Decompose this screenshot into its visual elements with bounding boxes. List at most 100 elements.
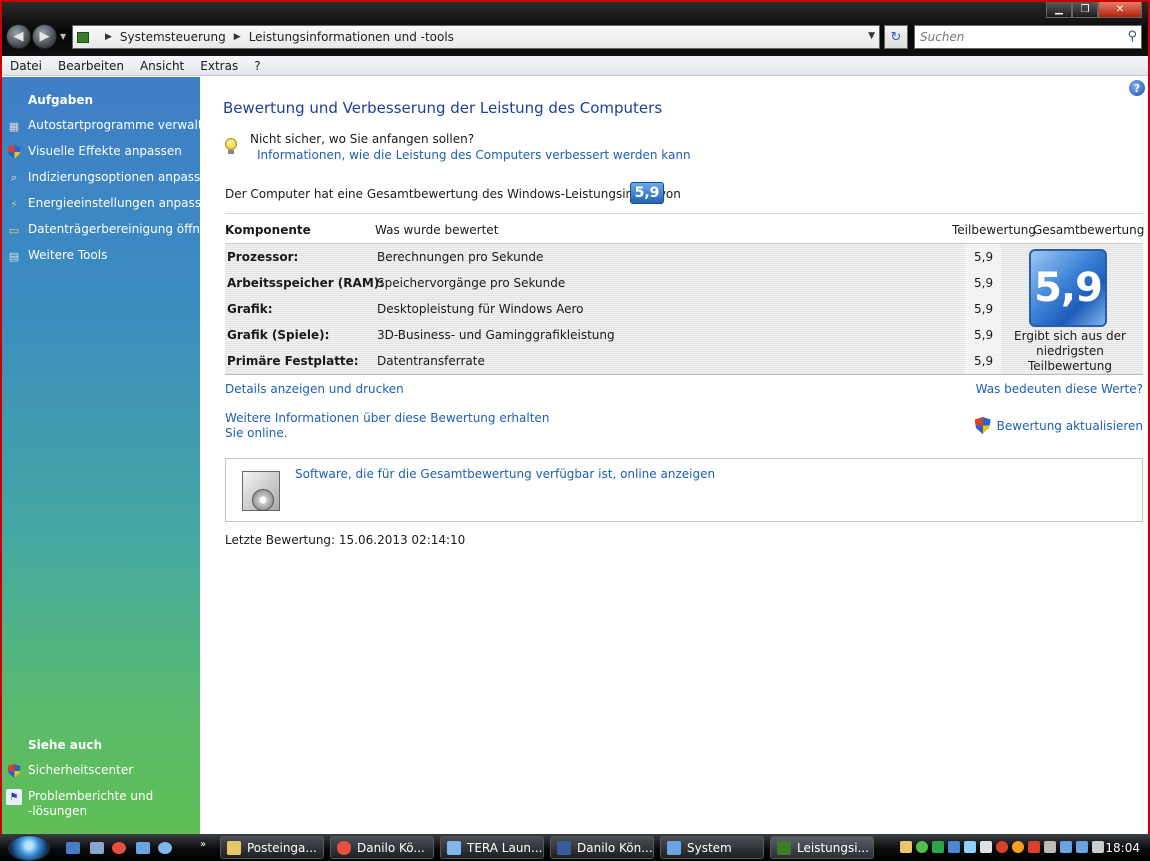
- sidebar-item-problem-reports[interactable]: ⚑ Problemberichte und -lösungen: [6, 789, 153, 819]
- row-what: Datentransferrate: [377, 354, 485, 368]
- lightbulb-icon: [225, 138, 237, 154]
- tray-antivirus-icon[interactable]: [996, 841, 1008, 853]
- recent-pages-dropdown[interactable]: ▼: [60, 32, 66, 41]
- shield-icon: [6, 144, 22, 160]
- row-component: Prozessor:: [227, 250, 299, 264]
- search-icon[interactable]: ⚲: [1127, 29, 1137, 44]
- tray-device-icon[interactable]: [980, 841, 992, 853]
- tray-alert-icon[interactable]: [1028, 841, 1040, 853]
- tray-update-icon[interactable]: [1012, 841, 1024, 853]
- update-rating-link[interactable]: Bewertung aktualisieren: [974, 417, 1143, 434]
- more-quicklaunch-icon[interactable]: »: [200, 839, 206, 850]
- tray-display-icon[interactable]: [1060, 841, 1072, 853]
- tray-dropbox-icon[interactable]: [964, 841, 976, 853]
- forward-button[interactable]: ▶: [32, 24, 57, 49]
- start-button[interactable]: [8, 835, 50, 861]
- minimize-button[interactable]: ▁: [1046, 2, 1072, 18]
- breadcrumb-performance[interactable]: Leistungsinformationen und -tools: [249, 30, 454, 44]
- total-score-badge: 5,9: [1029, 249, 1107, 327]
- row-subscore: 5,9: [974, 354, 994, 368]
- breadcrumb-separator-icon: ▶: [105, 32, 112, 42]
- menu-file[interactable]: Datei: [2, 59, 50, 73]
- sidebar-item-disk-cleanup[interactable]: ▭ Datenträgerbereinigung öffnen: [6, 222, 215, 238]
- task-sidebar: Aufgaben ▦ Autostartprogramme verwalten …: [2, 77, 218, 834]
- row-subscore: 5,9: [974, 276, 994, 290]
- tray-media-icon[interactable]: [1044, 841, 1056, 853]
- sidebar-item-label: Weitere Tools: [28, 248, 108, 262]
- sidebar-item-indexing[interactable]: ⌕ Indizierungsoptionen anpassen: [6, 170, 215, 186]
- sidebar-item-visual-effects[interactable]: Visuelle Effekte anpassen: [6, 144, 182, 160]
- tray-green-icon[interactable]: [916, 841, 928, 853]
- software-online-link[interactable]: Software, die für die Gesamtbewertung ve…: [295, 467, 715, 481]
- search-placeholder: Suchen: [920, 30, 965, 44]
- taskbar-button-chrome[interactable]: Danilo Kö...: [330, 836, 434, 859]
- table-row: Arbeitsspeicher (RAM): Speichervorgänge …: [225, 270, 995, 296]
- header-subscore: Teilbewertung: [952, 223, 1037, 237]
- sidebar-item-security-center[interactable]: Sicherheitscenter: [6, 763, 133, 779]
- tools-icon: ▤: [8, 249, 20, 263]
- row-subscore: 5,9: [974, 328, 994, 342]
- overall-score-badge: 5,9: [630, 182, 664, 204]
- row-what: Speichervorgänge pro Sekunde: [377, 276, 566, 290]
- taskbar-button-mail[interactable]: Posteinga...: [220, 836, 324, 859]
- table-row: Prozessor: Berechnungen pro Sekunde 5,9: [225, 244, 995, 270]
- table-row: Grafik: Desktopleistung für Windows Aero…: [225, 296, 995, 322]
- show-desktop-icon[interactable]: [66, 842, 80, 854]
- back-button[interactable]: ◀: [6, 24, 31, 49]
- sidebar-item-label: Problemberichte und -lösungen: [28, 789, 153, 819]
- tray-monitor-icon[interactable]: [1076, 841, 1088, 853]
- close-button[interactable]: ✕: [1098, 2, 1142, 18]
- system-tray: 18:04: [898, 837, 1148, 859]
- address-dropdown-icon[interactable]: ▼: [868, 31, 875, 41]
- header-component: Komponente: [225, 223, 311, 237]
- menu-edit[interactable]: Bearbeiten: [50, 59, 132, 73]
- tray-network-icon[interactable]: [948, 841, 960, 853]
- header-what: Was wurde bewertet: [375, 223, 499, 237]
- refresh-button[interactable]: ↻: [884, 25, 908, 49]
- tasks-heading: Aufgaben: [28, 93, 94, 107]
- power-icon: ⚡: [10, 197, 18, 211]
- row-what: Desktopleistung für Windows Aero: [377, 302, 584, 316]
- menu-help[interactable]: ?: [246, 59, 268, 73]
- update-rating-label: Bewertung aktualisieren: [996, 418, 1143, 433]
- sidebar-item-label: Datenträgerbereinigung öffnen: [28, 222, 216, 236]
- disk-cleanup-icon: ▭: [8, 223, 20, 237]
- switch-windows-icon[interactable]: [90, 842, 104, 854]
- menu-extras[interactable]: Extras: [192, 59, 246, 73]
- sidebar-item-power[interactable]: ⚡ Energieeinstellungen anpassen: [6, 196, 216, 212]
- page-title: Bewertung und Verbesserung der Leistung …: [223, 99, 663, 117]
- taskbar-button-system[interactable]: System: [660, 836, 764, 859]
- row-component: Grafik (Spiele):: [227, 328, 330, 342]
- quicklaunch-app2-icon[interactable]: [158, 842, 172, 854]
- quicklaunch-app-icon[interactable]: [136, 842, 150, 854]
- tray-app-icon[interactable]: [932, 841, 944, 853]
- taskbar-button-facebook[interactable]: Danilo Kön...: [550, 836, 654, 859]
- improve-performance-link[interactable]: Informationen, wie die Leistung des Comp…: [257, 148, 691, 162]
- table-row: Grafik (Spiele): 3D-Business- und Gaming…: [225, 322, 995, 348]
- maximize-button[interactable]: ❐: [1072, 2, 1098, 18]
- sidebar-item-more-tools[interactable]: ▤ Weitere Tools: [6, 248, 108, 264]
- volume-icon[interactable]: [1092, 841, 1104, 853]
- score-meaning-link[interactable]: Was bedeuten diese Werte?: [976, 382, 1143, 396]
- taskbar-button-performance[interactable]: Leistungsi...: [770, 836, 874, 859]
- chrome-icon[interactable]: [112, 842, 126, 854]
- more-info-link[interactable]: Weitere Informationen über diese Bewertu…: [225, 411, 549, 441]
- taskbar-button-label: TERA Laun...: [467, 840, 543, 855]
- tray-folder-icon[interactable]: [900, 841, 912, 853]
- sidebar-item-label: Indizierungsoptionen anpassen: [28, 170, 216, 184]
- row-component: Arbeitsspeicher (RAM):: [227, 276, 385, 290]
- help-icon[interactable]: ?: [1129, 80, 1145, 96]
- clock[interactable]: 18:04: [1105, 841, 1140, 855]
- breadcrumb-control-panel[interactable]: Systemsteuerung: [120, 30, 226, 44]
- address-bar[interactable]: ▶ Systemsteuerung ▶ Leistungsinformation…: [72, 25, 880, 49]
- row-what: 3D-Business- und Gaminggrafikleistung: [377, 328, 615, 342]
- startup-programs-icon: ▦: [8, 119, 20, 133]
- control-panel-icon: [77, 31, 89, 43]
- search-input[interactable]: Suchen ⚲: [914, 25, 1142, 49]
- table-row: Primäre Festplatte: Datentransferrate 5,…: [225, 348, 995, 374]
- sidebar-item-label: Visuelle Effekte anpassen: [28, 144, 182, 158]
- menu-view[interactable]: Ansicht: [132, 59, 192, 73]
- sidebar-item-startup[interactable]: ▦ Autostartprogramme verwalten: [6, 118, 218, 134]
- details-print-link[interactable]: Details anzeigen und drucken: [225, 382, 404, 396]
- taskbar-button-tera[interactable]: TERA Laun...: [440, 836, 544, 859]
